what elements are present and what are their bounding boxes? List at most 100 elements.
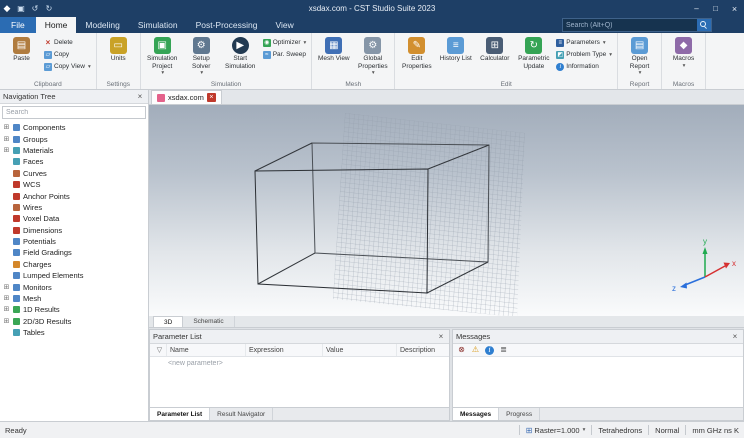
close-parameter-list-icon[interactable]: × [436, 332, 446, 341]
setup-solver-button[interactable]: ⚙ Setup Solver ▾ [183, 35, 220, 80]
tree-item[interactable]: Faces [0, 156, 148, 167]
mesh-view-label: Mesh View [317, 55, 350, 62]
parameter-table-body[interactable]: <new parameter> [150, 357, 449, 407]
tree-item[interactable]: Curves [0, 168, 148, 179]
tab-home[interactable]: Home [35, 17, 77, 33]
tab-file[interactable]: File [0, 17, 36, 33]
column-expression[interactable]: Expression [246, 344, 323, 356]
parameters-icon: ≡ [556, 38, 565, 47]
history-list-button[interactable]: ≡ History List [437, 35, 474, 80]
parameters-button[interactable]: ≡ Parameters ▾ [554, 37, 614, 48]
expander-icon[interactable]: ⊞ [3, 124, 10, 131]
start-simulation-button[interactable]: ▶ Start Simulation [222, 35, 259, 80]
tree-item[interactable]: Anchor Points [0, 190, 148, 201]
paste-button[interactable]: ▤ Paste [3, 35, 40, 80]
tab-simulation[interactable]: Simulation [129, 17, 187, 33]
tree-item[interactable]: Potentials [0, 236, 148, 247]
tree-item[interactable]: ⊞ Materials [0, 145, 148, 156]
copy-button[interactable]: ▱ Copy [42, 49, 93, 60]
tree-item[interactable]: Charges [0, 259, 148, 270]
tree-item[interactable]: ⊞ Components [0, 122, 148, 133]
search-box[interactable] [562, 18, 712, 32]
tab-view[interactable]: View [266, 17, 302, 33]
tree-search-input[interactable] [3, 109, 145, 116]
expander-icon[interactable]: ⊞ [3, 318, 10, 325]
tree-item[interactable]: Voxel Data [0, 213, 148, 224]
tree-item[interactable]: WCS [0, 179, 148, 190]
save-icon[interactable]: ▣ [14, 4, 28, 13]
search-input[interactable] [563, 21, 697, 29]
filter-icon[interactable]: ▽ [150, 344, 167, 356]
parametric-update-button[interactable]: ↻ Parametric Update [515, 35, 552, 80]
tree-item[interactable]: Tables [0, 327, 148, 338]
column-name[interactable]: Name [167, 344, 246, 356]
tab-3d[interactable]: 3D [153, 316, 184, 327]
clear-messages-icon[interactable]: ⊗ [457, 346, 466, 355]
tree-item[interactable]: ⊞ 2D/3D Results [0, 316, 148, 327]
global-properties-button[interactable]: ⚙ Global Properties ▾ [354, 35, 391, 80]
expander-icon[interactable]: ⊞ [3, 295, 10, 302]
information-button[interactable]: i Information [554, 61, 614, 72]
document-tab[interactable]: xsdax.com × [151, 90, 222, 104]
chevron-down-icon: ▾ [87, 63, 91, 70]
tab-parameter-list[interactable]: Parameter List [150, 408, 211, 420]
tab-messages[interactable]: Messages [453, 408, 500, 420]
tab-post-processing[interactable]: Post-Processing [187, 17, 267, 33]
tree-item[interactable]: ⊞ 1D Results [0, 304, 148, 315]
expander-icon[interactable]: ⊞ [3, 284, 10, 291]
column-description[interactable]: Description [397, 344, 449, 356]
axis-z-label: z [672, 284, 676, 293]
par-sweep-button[interactable]: ≈ Par. Sweep [261, 49, 309, 60]
info-filter-icon[interactable]: i [485, 345, 494, 355]
expander-icon[interactable]: ⊞ [3, 136, 10, 143]
message-columns-icon[interactable]: ≣ [499, 346, 508, 355]
expander-icon[interactable]: ⊞ [3, 147, 10, 154]
warning-filter-icon[interactable]: ⚠ [471, 346, 480, 355]
minimize-button[interactable]: – [687, 0, 706, 17]
tree-item[interactable]: Wires [0, 202, 148, 213]
tab-progress[interactable]: Progress [499, 408, 541, 420]
tree-search-box[interactable] [2, 106, 146, 119]
tree-item-icon [13, 306, 20, 314]
undo-icon[interactable]: ↺ [28, 4, 42, 13]
expander-icon[interactable]: ⊞ [3, 306, 10, 313]
calculator-button[interactable]: ⊞ Calculator [476, 35, 513, 80]
close-navigation-icon[interactable]: × [135, 92, 145, 101]
chevron-down-icon: ▾ [582, 427, 586, 433]
edit-properties-button[interactable]: ✎ Edit Properties [398, 35, 435, 80]
problem-type-button[interactable]: ◩ Problem Type ▾ [554, 49, 614, 60]
macros-button[interactable]: ◆ Macros ▾ [665, 35, 702, 80]
close-tab-icon[interactable]: × [206, 93, 216, 102]
tree-item[interactable]: Dimensions [0, 225, 148, 236]
search-icon[interactable] [697, 19, 711, 31]
tab-schematic[interactable]: Schematic [183, 316, 235, 327]
tree-item[interactable]: ⊞ Monitors [0, 281, 148, 292]
tab-modeling[interactable]: Modeling [76, 17, 129, 33]
units-button[interactable]: ▭ Units [100, 35, 137, 80]
maximize-button[interactable]: □ [706, 0, 725, 17]
new-parameter-row[interactable]: <new parameter> [168, 360, 223, 367]
messages-body[interactable] [453, 357, 743, 407]
tree-item[interactable]: Field Gradings [0, 247, 148, 258]
tree-item[interactable]: Lumped Elements [0, 270, 148, 281]
copy-view-button[interactable]: ▱ Copy View ▾ [42, 61, 93, 72]
raster-control[interactable]: ⊞ Raster=1.000 ▾ [526, 426, 586, 435]
tree-item[interactable]: ⊞ Groups [0, 133, 148, 144]
close-button[interactable]: × [725, 0, 744, 17]
redo-icon[interactable]: ↻ [42, 4, 56, 13]
delete-button[interactable]: × Delete [42, 37, 93, 48]
tree-item-label: Potentials [23, 237, 56, 247]
mesh-type-indicator[interactable]: Tetrahedrons [598, 426, 642, 435]
3d-viewport[interactable]: y x z [149, 105, 744, 316]
simulation-project-button[interactable]: ▣ Simulation Project ▾ [144, 35, 181, 80]
optimizer-button[interactable]: ◉ Optimizer ▾ [261, 37, 309, 48]
tab-result-navigator[interactable]: Result Navigator [210, 408, 274, 420]
open-report-button[interactable]: ▤ Open Report ▾ [621, 35, 658, 80]
close-messages-icon[interactable]: × [730, 332, 740, 341]
column-value[interactable]: Value [323, 344, 397, 356]
parametric-update-label: Parametric Update [518, 55, 550, 70]
tree-item[interactable]: ⊞ Mesh [0, 293, 148, 304]
mesh-view-button[interactable]: ▦ Mesh View [315, 35, 352, 80]
units-indicator[interactable]: mm GHz ns K [692, 426, 739, 435]
render-mode-indicator[interactable]: Normal [655, 426, 679, 435]
